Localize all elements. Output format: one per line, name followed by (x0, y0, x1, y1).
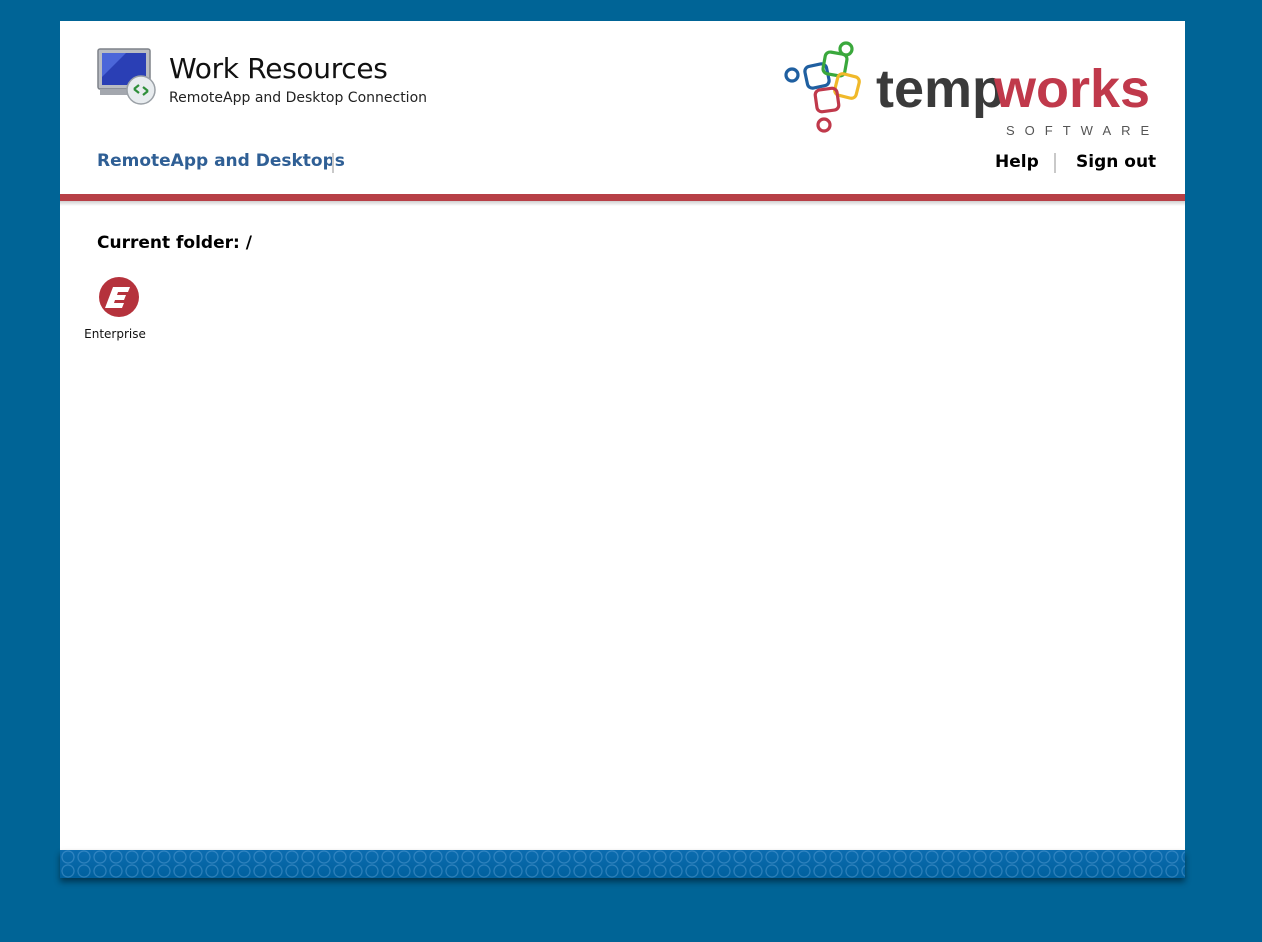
divider-shadow (60, 201, 1185, 206)
footer-pattern-band (60, 850, 1185, 878)
page-subtitle: RemoteApp and Desktop Connection (169, 90, 428, 106)
help-link[interactable]: Help (995, 152, 1039, 172)
page-title: Work Resources (169, 52, 388, 85)
app-tile-enterprise[interactable]: Enterprise (78, 273, 152, 349)
app-label: Enterprise (84, 327, 146, 341)
enterprise-e-icon (99, 277, 139, 317)
current-folder-label: Current folder: / (97, 233, 252, 253)
nav-separator (1054, 153, 1056, 173)
sign-out-link[interactable]: Sign out (1076, 152, 1156, 172)
tempworks-logo: temp works SOFTWARE (784, 41, 1154, 135)
nav-separator (332, 153, 334, 173)
accent-divider (60, 194, 1185, 201)
remote-desktop-computer-icon (97, 48, 156, 105)
logo-tagline: SOFTWARE (1006, 123, 1154, 135)
logo-word-accent: works (993, 59, 1150, 119)
logo-word-dark: temp (876, 59, 1005, 119)
nav-remoteapp-desktops[interactable]: RemoteApp and Desktops (97, 151, 345, 171)
page-container: Work Resources RemoteApp and Desktop Con… (60, 21, 1185, 850)
